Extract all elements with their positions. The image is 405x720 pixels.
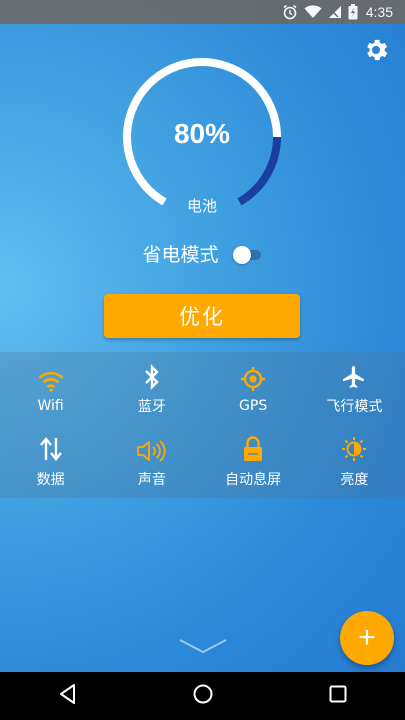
battery-label: 电池 bbox=[186, 197, 217, 215]
recents-button[interactable] bbox=[318, 676, 358, 716]
gear-icon bbox=[362, 36, 390, 68]
settings-button[interactable] bbox=[360, 36, 392, 68]
qs-sound[interactable]: 声音 bbox=[101, 425, 202, 498]
wifi-icon bbox=[38, 364, 64, 392]
back-icon bbox=[57, 683, 79, 709]
battery-icon bbox=[348, 4, 358, 20]
recents-icon bbox=[328, 684, 348, 708]
power-saving-row: 省电模式 bbox=[0, 240, 405, 267]
battery-gauge: 80% 电池 bbox=[117, 52, 287, 222]
airplane-icon bbox=[341, 362, 367, 390]
status-bar: 4:35 bbox=[0, 0, 405, 24]
quick-settings-panel: Wifi 蓝牙 GPS 飞行模式 数据 声音 自动息屏 亮度 bbox=[0, 352, 405, 498]
qs-auto-screen-off[interactable]: 自动息屏 bbox=[203, 425, 304, 498]
navigation-bar bbox=[0, 672, 405, 720]
bluetooth-icon bbox=[143, 362, 161, 390]
lock-icon bbox=[242, 435, 264, 463]
brightness-icon bbox=[340, 435, 368, 463]
power-saving-toggle[interactable] bbox=[232, 245, 263, 264]
plus-icon: + bbox=[358, 621, 376, 654]
status-time: 4:35 bbox=[365, 4, 393, 20]
qs-label: Wifi bbox=[37, 397, 64, 414]
battery-saver-screen: 4:35 80% 电池 省电模式 优化 Wifi 蓝牙 GPS 飞行模式 数据 … bbox=[0, 0, 405, 720]
qs-data[interactable]: 数据 bbox=[0, 425, 101, 498]
gps-icon bbox=[240, 364, 266, 392]
qs-label: 自动息屏 bbox=[225, 471, 282, 488]
signal-icon bbox=[328, 5, 342, 19]
qs-label: 蓝牙 bbox=[137, 398, 166, 415]
home-icon bbox=[192, 683, 214, 709]
battery-percent: 80% bbox=[173, 118, 231, 149]
power-saving-label: 省电模式 bbox=[142, 244, 219, 266]
qs-label: 声音 bbox=[137, 471, 166, 488]
add-fab-button[interactable]: + bbox=[340, 611, 394, 665]
qs-label: 飞行模式 bbox=[326, 398, 383, 415]
qs-wifi[interactable]: Wifi bbox=[0, 352, 101, 425]
chevron-down-icon bbox=[178, 639, 228, 660]
qs-airplane[interactable]: 飞行模式 bbox=[304, 352, 405, 425]
wifi-icon bbox=[304, 5, 322, 19]
volume-icon bbox=[136, 435, 168, 463]
optimize-label: 优化 bbox=[179, 305, 225, 329]
toggle-thumb bbox=[232, 245, 251, 264]
optimize-button[interactable]: 优化 bbox=[104, 294, 300, 338]
qs-label: 亮度 bbox=[340, 471, 369, 488]
qs-brightness[interactable]: 亮度 bbox=[304, 425, 405, 498]
qs-gps[interactable]: GPS bbox=[203, 352, 304, 425]
expand-chevron[interactable] bbox=[178, 636, 228, 656]
back-button[interactable] bbox=[48, 676, 88, 716]
alarm-icon bbox=[282, 4, 298, 20]
data-transfer-icon bbox=[39, 435, 63, 463]
home-button[interactable] bbox=[183, 676, 223, 716]
qs-label: GPS bbox=[239, 397, 268, 414]
qs-label: 数据 bbox=[36, 471, 65, 488]
qs-bluetooth[interactable]: 蓝牙 bbox=[101, 352, 202, 425]
